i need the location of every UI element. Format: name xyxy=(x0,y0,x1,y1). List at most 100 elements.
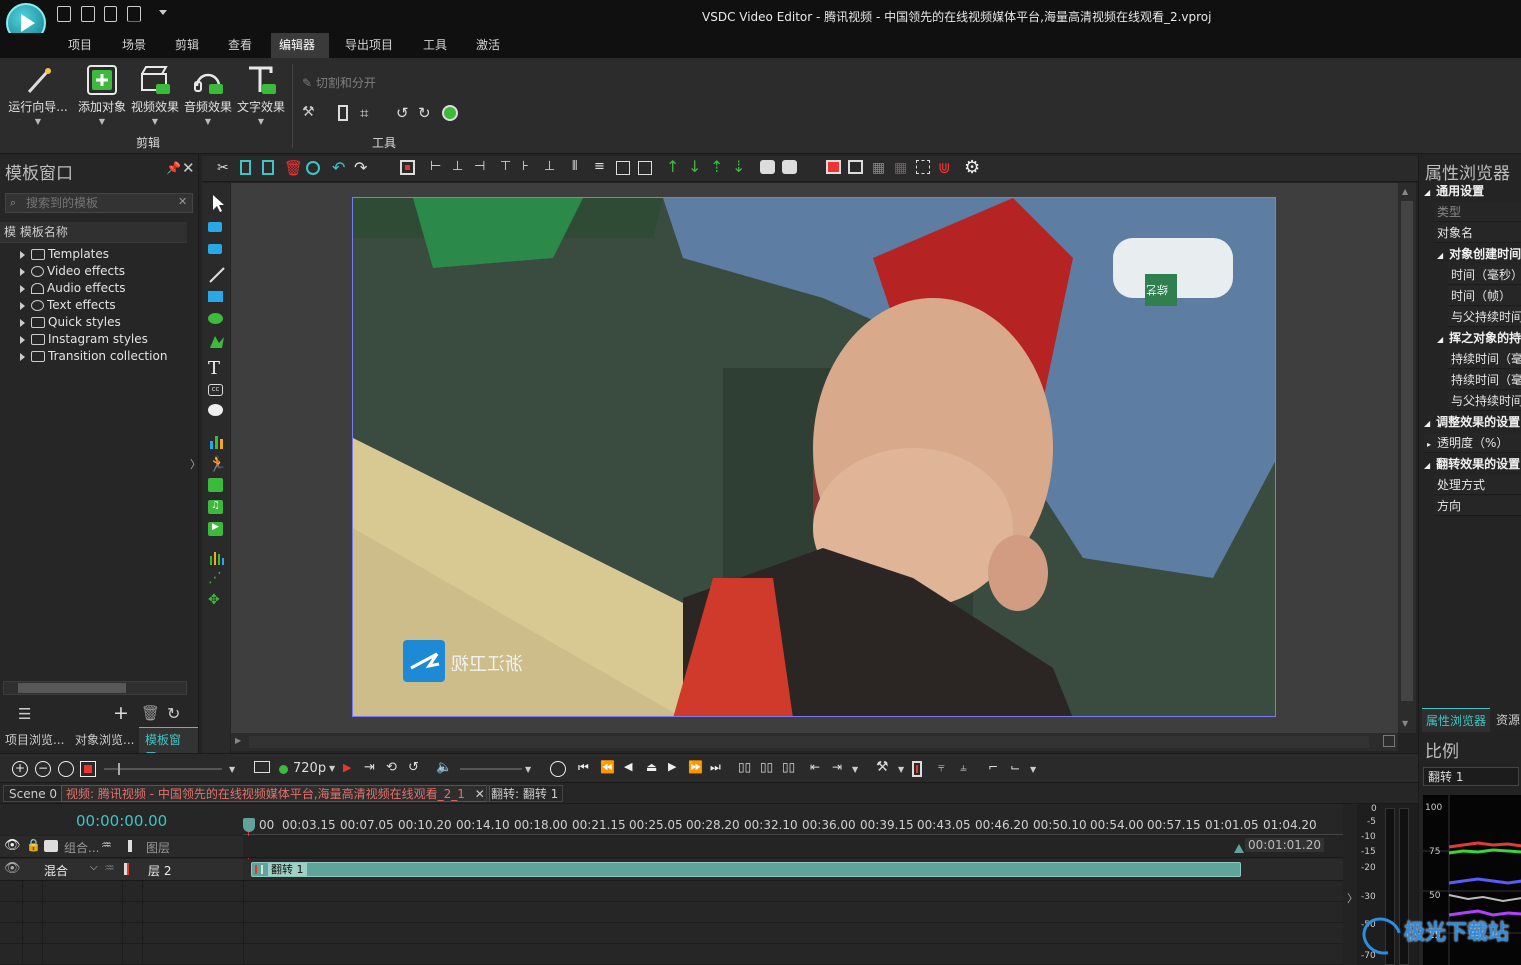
prop-object-name[interactable]: 对象名 xyxy=(1434,223,1521,243)
distribute-h-icon[interactable]: ⫴ xyxy=(572,159,590,177)
tree-item-text-effects[interactable]: Text effects xyxy=(20,298,116,315)
snap-grid-icon[interactable]: ▦ xyxy=(894,160,912,178)
fast-forward-icon[interactable]: ⏩ xyxy=(688,760,703,774)
zoom-slider-thumb[interactable] xyxy=(118,763,120,775)
template-hscrollbar[interactable] xyxy=(3,681,187,695)
menu-project[interactable]: 项目 xyxy=(60,33,100,58)
prev-marker-icon[interactable]: ⇤ xyxy=(810,760,820,774)
quick-access-menu-icon[interactable] xyxy=(159,10,167,15)
template-search[interactable]: ⌕ ✕ xyxy=(5,193,193,213)
audio-wave-icon[interactable]: ♒ xyxy=(101,838,112,852)
text-tool-icon[interactable]: T xyxy=(208,358,226,379)
tab-object-explorer[interactable]: 对象浏览... xyxy=(75,731,134,748)
zoom-in-icon[interactable]: + xyxy=(12,761,28,777)
volume-slider[interactable] xyxy=(460,768,522,770)
select-circle-icon[interactable] xyxy=(306,161,320,175)
link-icon[interactable]: ⌐ xyxy=(988,760,998,774)
align-top-icon[interactable]: ⊤ xyxy=(500,159,518,177)
tree-item-templates[interactable]: Templates xyxy=(20,247,109,264)
quick-new-icon[interactable] xyxy=(57,6,71,22)
tab-flip-effect[interactable]: 翻转: 翻转 1 xyxy=(486,785,564,802)
align-right-icon[interactable]: ⊣ xyxy=(474,159,492,177)
prop-process-mode[interactable]: 处理方式 xyxy=(1434,475,1521,495)
flip-effect-clip[interactable]: 翻转 1 xyxy=(251,862,1241,877)
zoom-100-icon[interactable] xyxy=(58,761,74,777)
rotate-right-icon[interactable]: ↻ xyxy=(418,104,431,122)
audio-wave-icon[interactable]: ♒ xyxy=(104,861,115,875)
scale-dropdown[interactable]: 翻转 1 xyxy=(1423,767,1519,786)
tree-view-icon[interactable]: ☰ xyxy=(18,705,31,723)
prop-duration-frames[interactable]: 持续时间（毫 xyxy=(1448,370,1521,390)
scroll-down-arrow[interactable]: ▼ xyxy=(1402,719,1408,728)
same-size-icon[interactable] xyxy=(616,161,630,175)
copy-icon[interactable] xyxy=(240,160,251,175)
close-tab-icon[interactable]: ✕ xyxy=(475,787,485,801)
rotate-left-icon[interactable]: ↺ xyxy=(396,104,409,122)
add-image-icon[interactable] xyxy=(208,244,222,254)
add-video-icon[interactable] xyxy=(208,222,222,232)
text-effects-button[interactable]: 文字效果 ▼ xyxy=(235,64,287,126)
prop-sync-parent[interactable]: 与父持续时间 xyxy=(1448,307,1521,327)
prop-time-frames[interactable]: 时间（帧） xyxy=(1448,286,1521,306)
pin-icon[interactable]: 📌 xyxy=(166,161,181,175)
link-arrow[interactable]: ▼ xyxy=(1030,765,1036,774)
marker-3-icon[interactable]: ▯▯ xyxy=(782,760,795,774)
split-marker-icon[interactable] xyxy=(338,105,348,121)
record-icon[interactable] xyxy=(80,761,96,777)
resize-corner-icon[interactable] xyxy=(1383,735,1395,747)
clip-handle-icon[interactable] xyxy=(255,865,263,874)
rectangle-icon[interactable] xyxy=(208,291,223,302)
scroll-up-arrow[interactable]: ▲ xyxy=(1402,187,1408,196)
blend-icon[interactable] xyxy=(44,840,58,852)
marker-1-icon[interactable]: ▯▯ xyxy=(738,760,751,774)
unlink-icon[interactable]: ⌙ xyxy=(1010,760,1020,774)
zoom-slider[interactable] xyxy=(104,763,222,775)
clear-search-icon[interactable]: ✕ xyxy=(178,195,187,208)
tree-item-instagram-styles[interactable]: Instagram styles xyxy=(20,332,148,349)
menu-scene[interactable]: 场景 xyxy=(114,33,154,58)
snap-clips-icon[interactable]: ⫨ xyxy=(960,760,967,775)
align-bottom-icon[interactable]: ⊥ xyxy=(544,159,562,177)
wizard-button[interactable]: 运行向导... ▼ xyxy=(8,64,68,126)
prop-direction[interactable]: 方向 xyxy=(1434,496,1521,516)
pointer-icon[interactable] xyxy=(208,194,226,212)
prop-general-settings[interactable]: ◢ 通用设置 xyxy=(1424,181,1521,201)
prop-duration-group[interactable]: ◢ 挥之对象的持 xyxy=(1437,328,1521,348)
repeat-icon[interactable]: ⟲ xyxy=(386,760,397,775)
delete-icon[interactable]: 🗑 xyxy=(284,159,303,177)
resolution-arrow[interactable]: ▼ xyxy=(329,764,335,773)
add-object-button[interactable]: 添加对象 ▼ xyxy=(76,64,128,126)
canvas-hscrollbar[interactable]: ▶ xyxy=(231,733,1398,751)
hscroll-thumb[interactable] xyxy=(18,683,126,693)
prop-time-ms[interactable]: 时间（毫秒） xyxy=(1448,265,1521,285)
resolution-dropdown[interactable]: 720p xyxy=(293,761,326,776)
hscroll-track[interactable] xyxy=(249,736,1369,748)
tree-item-video-effects[interactable]: Video effects xyxy=(20,264,125,281)
canvas-vscrollbar[interactable]: ▲ ▼ xyxy=(1398,183,1416,733)
stop-icon[interactable]: ⏏ xyxy=(646,760,657,774)
clock-icon[interactable] xyxy=(550,761,566,777)
prop-sync-parent-2[interactable]: 与父持续时间 xyxy=(1448,391,1521,411)
track-2-blend[interactable]: 混合 xyxy=(44,862,68,879)
move-tool-icon[interactable]: ✥ xyxy=(208,592,226,610)
go-end-icon[interactable]: ⏭ xyxy=(710,760,721,775)
menu-editor[interactable]: 编辑器 xyxy=(271,33,329,58)
chart-tool-icon[interactable] xyxy=(208,432,226,450)
image-tool-icon[interactable] xyxy=(208,478,223,492)
trim-icon[interactable]: ⚒ xyxy=(302,104,315,120)
refresh-template-icon[interactable]: ↻ xyxy=(167,704,180,723)
preview-frame[interactable]: 浙江卫视 综艺 xyxy=(352,197,1276,717)
trim-tool-arrow[interactable]: ▼ xyxy=(898,765,904,774)
rewind-icon[interactable]: ⏪ xyxy=(600,760,615,774)
preview-mode-icon[interactable] xyxy=(254,761,270,773)
tab-project-explorer[interactable]: 项目浏览... xyxy=(5,731,64,748)
track-1-combo[interactable]: 组合... xyxy=(64,839,99,856)
prop-opacity[interactable]: ▸ 透明度（%） xyxy=(1424,433,1521,453)
align-clips-icon[interactable]: ⫧ xyxy=(938,760,945,775)
undo-icon[interactable]: ↶ xyxy=(332,158,350,177)
callout-icon[interactable] xyxy=(208,404,223,416)
align-left-icon[interactable]: ⊢ xyxy=(430,159,448,177)
play-red-icon[interactable]: ▶ xyxy=(343,761,351,774)
freeform-icon[interactable] xyxy=(208,333,226,351)
menu-edit[interactable]: 剪辑 xyxy=(167,33,207,58)
